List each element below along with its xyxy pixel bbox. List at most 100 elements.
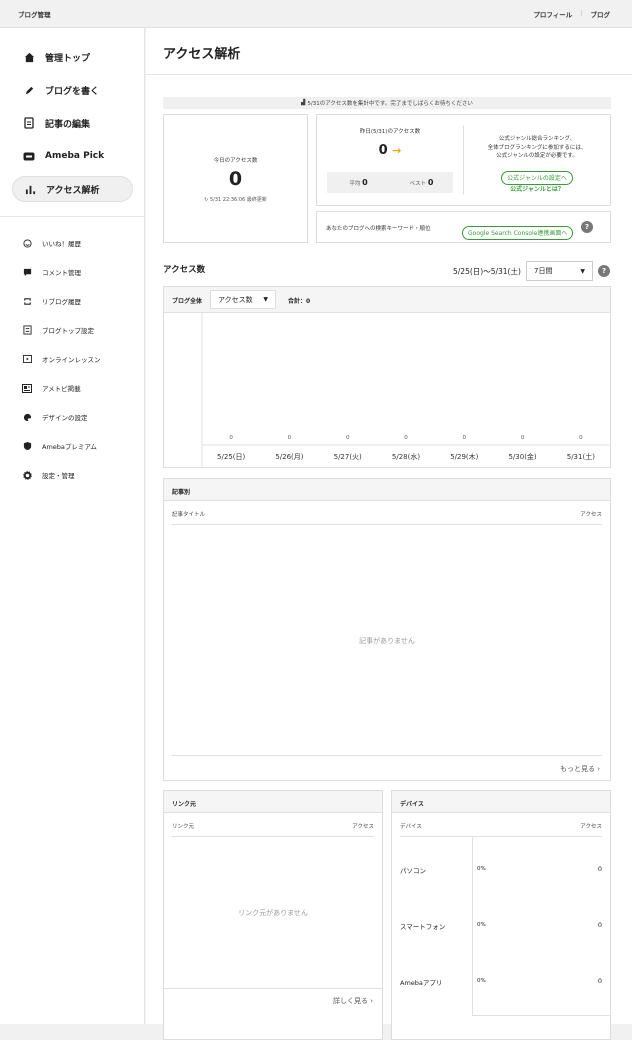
- sidebar-item-edit-articles[interactable]: 記事の編集: [12, 110, 133, 136]
- reblog-icon: [22, 296, 32, 306]
- yesterday-label: 昨日(5/31)のアクセス数: [359, 129, 421, 135]
- devices-card: デバイス デバイス アクセス パソコン 0% 0 スマートフォン 0% 0 Am…: [391, 790, 611, 1040]
- search-keyword-card: あなたのブログへの検索キーワード・順位 Google Search Consol…: [316, 211, 611, 243]
- sidebar-item-label: コメント管理: [42, 269, 81, 277]
- referrers-card: リンク元 リンク元 アクセス リンク元がありません 詳しく見る ›: [163, 790, 383, 1040]
- divider: [400, 836, 602, 837]
- divider: [172, 836, 374, 837]
- tick-label: 5/25(日): [217, 453, 245, 461]
- articles-header: 記事別: [164, 479, 610, 501]
- device-name: Amebaアプリ: [400, 979, 443, 987]
- sidebar-item-admin-top[interactable]: 管理トップ: [12, 44, 133, 70]
- genre-settings-button[interactable]: 公式ジャンルの設定へ: [501, 170, 573, 185]
- chart-header: ブログ全体 アクセス数 ▼ 合計：0: [164, 287, 610, 313]
- profile-link[interactable]: プロフィール: [533, 9, 572, 19]
- divider: [164, 988, 382, 989]
- data-label: 0: [288, 435, 292, 441]
- blog-link[interactable]: ブログ: [591, 9, 611, 19]
- search-console-button[interactable]: Google Search Console連携画面へ: [462, 225, 574, 240]
- sidebar-item-label: Ameba Pick: [45, 151, 105, 161]
- sidebar-item-design-settings[interactable]: デザインの設定: [22, 410, 88, 424]
- sidebar-item-label: アメトピ掲載: [42, 385, 81, 393]
- divider: [472, 837, 473, 1015]
- home-icon: [23, 51, 35, 63]
- chevron-down-icon: ▼: [263, 296, 268, 303]
- metric-value: アクセス数: [218, 295, 253, 304]
- metric-select[interactable]: アクセス数 ▼: [210, 290, 276, 309]
- palette-icon: [22, 412, 32, 422]
- data-label: 0: [404, 435, 408, 441]
- sidebar-item-settings[interactable]: 設定・管理: [22, 468, 75, 482]
- bar-chart-icon: [24, 183, 36, 195]
- device-percent: 0%: [477, 866, 486, 872]
- genre-info-link[interactable]: 公式ジャンルとは？: [464, 184, 610, 193]
- sidebar-item-label: ブログを書く: [45, 86, 100, 97]
- sidebar-item-reblog-history[interactable]: リブログ履歴: [22, 294, 81, 308]
- ranking-text: 公式ジャンル総合ランキング、 全体ブログランキングに参加するには、 公式ジャンル…: [487, 136, 587, 159]
- chart-small-icon: ▟: [301, 100, 306, 106]
- tick-label: 5/30(金): [508, 452, 536, 461]
- referrers-header: リンク元: [164, 791, 382, 813]
- page-title: アクセス解析: [163, 47, 241, 62]
- notice-banner: ▟ 5/31のアクセス数を集計中です。完了までしばらくお待ちください: [163, 97, 611, 109]
- sidebar-item-comments[interactable]: コメント管理: [22, 265, 81, 279]
- best-cell: ベスト 0: [409, 178, 434, 187]
- app-title: ブログ管理: [18, 11, 51, 19]
- yesterday-value: 0: [378, 143, 388, 158]
- sidebar-item-label: アクセス解析: [46, 185, 100, 196]
- divider: |: [580, 9, 583, 17]
- sidebar-item-likes-history[interactable]: いいね！履歴: [22, 236, 81, 250]
- data-label: 0: [521, 435, 525, 441]
- total-label: 合計：0: [288, 298, 311, 305]
- avg-cell: 平均 0: [349, 178, 368, 187]
- arrow-right-icon: →: [392, 144, 402, 157]
- yesterday-ranking-card: 昨日(5/31)のアクセス数 0 → 平均 0 ベスト 0 公式ジャンル総合ラン…: [316, 114, 611, 206]
- today-value: 0: [228, 168, 243, 190]
- document-icon: [23, 117, 35, 129]
- title-divider: [146, 74, 632, 75]
- period-value: 7日間: [534, 267, 553, 275]
- help-icon[interactable]: ?: [598, 265, 610, 277]
- divider: [172, 755, 602, 756]
- sidebar-item-write-blog[interactable]: ブログを書く: [12, 77, 133, 103]
- sidebar-item-blog-top-settings[interactable]: ブログトップ設定: [22, 323, 94, 337]
- details-link[interactable]: 詳しく見る ›: [333, 996, 373, 1006]
- sidebar-item-label: Amebaプレミアム: [42, 443, 97, 451]
- sidebar-item-ameba-premium[interactable]: Amebaプレミアム: [22, 439, 97, 453]
- divider: [472, 1015, 610, 1016]
- sidebar-item-ameba-pick[interactable]: Ameba Pick: [12, 143, 133, 169]
- sidebar-item-ametopi[interactable]: アメトピ掲載: [22, 381, 81, 395]
- tick-label: 5/27(火): [334, 453, 362, 461]
- devices-header: デバイス: [392, 791, 610, 813]
- chevron-down-icon: ▼: [580, 267, 585, 275]
- col-access: アクセス: [352, 824, 374, 830]
- sidebar-item-label: いいね！履歴: [42, 240, 81, 248]
- shield-icon: [22, 441, 32, 451]
- data-label: 0: [229, 435, 233, 441]
- chevron-right-icon: ›: [370, 997, 373, 1005]
- today-access-card: 今日のアクセス数 0 ↻ 5/31 22:36:06 最終更新: [163, 114, 308, 243]
- main-content: アクセス解析 ▟ 5/31のアクセス数を集計中です。完了までしばらくお待ちくださ…: [146, 28, 632, 1040]
- tick-label: 5/31(土): [567, 452, 595, 461]
- help-icon[interactable]: ?: [581, 221, 593, 233]
- avg-best-row: 平均 0 ベスト 0: [327, 172, 453, 193]
- device-name: スマートフォン: [400, 923, 446, 931]
- tick-label: 5/28(水): [392, 452, 420, 461]
- chevron-right-icon: ›: [597, 765, 600, 773]
- empty-message: 記事がありません: [359, 637, 415, 645]
- divider: [172, 524, 602, 525]
- sidebar-item-label: 設定・管理: [42, 472, 75, 480]
- sidebar-item-online-lesson[interactable]: オンラインレッスン: [22, 352, 101, 366]
- col-device: デバイス: [400, 824, 422, 830]
- referrers-title: リンク元: [172, 801, 197, 808]
- devices-title: デバイス: [400, 801, 424, 808]
- device-name: パソコン: [400, 867, 426, 875]
- lesson-icon: [22, 354, 32, 364]
- col-referrer: リンク元: [172, 824, 195, 830]
- sidebar-item-access-analysis[interactable]: アクセス解析: [12, 176, 133, 202]
- period-select[interactable]: 7日間 ▼: [526, 261, 593, 281]
- data-label: 0: [346, 435, 350, 441]
- more-link[interactable]: もっと見る ›: [560, 764, 600, 774]
- top-settings-icon: [22, 325, 32, 335]
- newspaper-icon: [22, 383, 32, 393]
